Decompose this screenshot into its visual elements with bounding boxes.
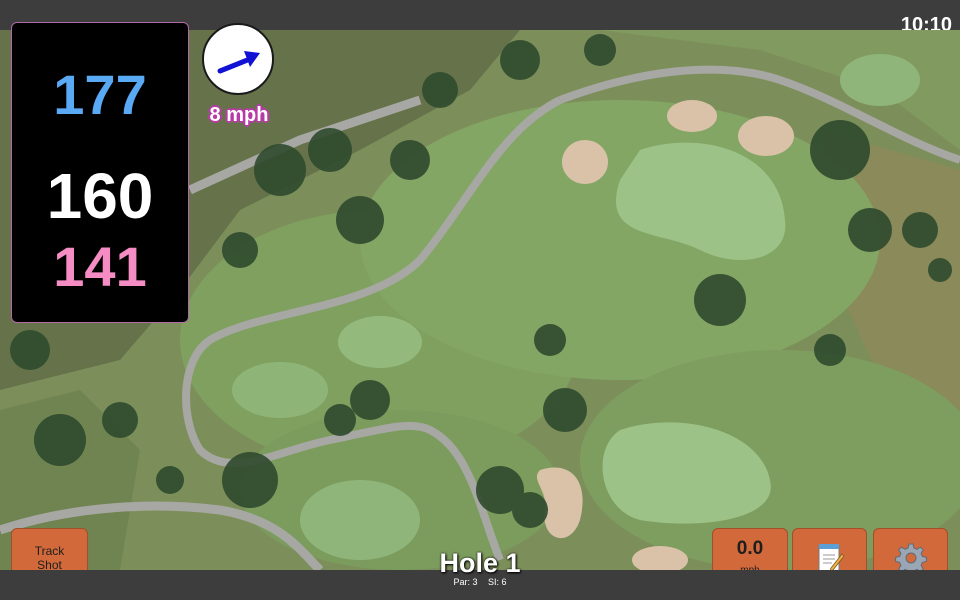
track-shot-label-line1: Track xyxy=(34,544,65,558)
distance-back: 177 xyxy=(53,63,147,126)
wind-arrow-icon xyxy=(217,51,260,74)
hole-title: Hole 1 xyxy=(439,548,521,578)
distance-front: 141 xyxy=(53,235,147,298)
hole-info: Par: 3 SI: 6 xyxy=(380,577,580,588)
speed-value: 0.0 xyxy=(736,538,764,559)
hole-par: Par: 3 xyxy=(453,577,478,587)
hole-stroke-index: SI: 6 xyxy=(488,577,507,587)
distance-middle: 160 xyxy=(46,160,154,232)
wind-direction-indicator xyxy=(202,23,274,95)
wind-speed: 8 mph xyxy=(209,104,269,126)
distance-panel: 177 160 141 xyxy=(11,22,189,323)
